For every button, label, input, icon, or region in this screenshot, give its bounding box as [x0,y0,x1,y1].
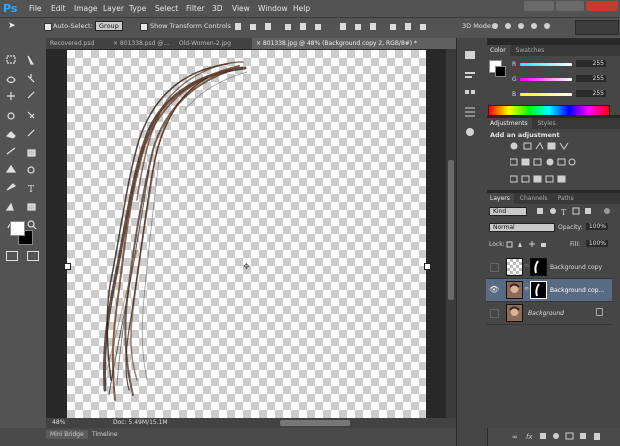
layer-filter-kind[interactable]: Kind [489,207,527,216]
layer-thumbnail [506,258,523,276]
transform-handle-left[interactable] [64,263,71,270]
layer-mask-thumbnail[interactable] [530,281,547,299]
layer-name: Background cop... [550,287,605,294]
layer-filter-icons[interactable]: T [535,207,615,216]
layer-row-background-copy-2-selected[interactable]: 👁 ∞ Background cop... [486,279,612,302]
vertical-scroll-thumb[interactable] [448,160,454,300]
menu-type[interactable]: Type [129,4,146,13]
app-logo: Ps [3,2,18,15]
channel-g-slider[interactable] [520,78,572,81]
channel-r-label: R [512,61,517,68]
color-panel-background-swatch[interactable] [495,66,506,77]
chain-link-icon[interactable]: ∞ [524,262,529,269]
auto-select-dropdown[interactable]: Group [95,21,123,31]
menu-help[interactable]: Help [293,4,310,13]
menu-view[interactable]: View [232,4,250,13]
channel-b-value[interactable]: 255 [576,90,606,97]
tab-801338-psd[interactable]: × 801338.psd @... [109,38,179,49]
lock-icons[interactable] [505,240,550,249]
menu-edit[interactable]: Edit [51,4,66,13]
close-button[interactable] [586,1,618,11]
panel-shortcut-icons[interactable] [462,48,482,138]
channel-b-slider[interactable] [520,93,572,96]
layer-mask-thumbnail[interactable] [530,258,547,276]
svg-text:T: T [28,185,34,195]
channel-b-label: B [512,91,517,98]
layer-thumbnail [506,281,523,299]
align-distribute-icons[interactable] [230,21,440,32]
transform-center-icon[interactable]: ✥ [243,262,250,271]
channel-g-value[interactable]: 255 [576,75,606,82]
tab-801338-jpg-active[interactable]: × 801338.jpg @ 48% (Background copy 2, R… [252,38,461,49]
adjustments-title: Add an adjustment [490,131,560,139]
3d-mode-icons[interactable] [490,21,560,32]
screen-mode-icon[interactable] [27,251,39,261]
blend-mode-dropdown[interactable]: Normal [489,223,555,232]
chain-link-icon[interactable]: ∞ [524,285,529,292]
transform-handle-right[interactable] [424,263,431,270]
menu-layer[interactable]: Layer [103,4,124,13]
zoom-level[interactable]: 48% [52,419,65,426]
menu-file[interactable]: File [29,4,42,13]
channel-g-label: G [512,76,517,83]
foreground-color-swatch-top[interactable] [10,221,25,236]
tab-layers[interactable]: Layers [486,193,514,204]
horizontal-scroll-thumb[interactable] [280,420,350,426]
menu-3d[interactable]: 3D [212,4,223,13]
auto-select-checkbox[interactable] [44,23,52,31]
fill-label: Fill: [570,241,581,248]
tab-paths[interactable]: Paths [553,193,577,204]
adjustment-icons[interactable] [510,141,610,187]
layer-thumbnail [506,304,523,322]
eye-icon[interactable]: 👁 [489,285,499,294]
channel-r-value[interactable]: 255 [576,60,606,67]
3d-mode-label: 3D Mode: [462,22,494,30]
lock-label: Lock: [489,241,505,248]
layer-row-background-copy[interactable]: ∞ Background copy [486,256,612,279]
color-spectrum-ramp[interactable] [488,105,610,116]
svg-text:T: T [561,208,567,216]
layer-visibility-toggle[interactable] [490,309,499,318]
document-size[interactable]: Doc: 5.49M/15.1M [113,419,168,426]
quick-mask-icon[interactable] [6,251,18,261]
tab-old-women[interactable]: Old-Women-2.jpg [175,38,256,49]
layer-name: Background [528,310,564,317]
tab-mini-bridge[interactable]: Mini Bridge [46,430,88,439]
minimize-button[interactable] [524,1,554,11]
menu-window[interactable]: Window [258,4,288,13]
status-bar [46,418,456,428]
channel-r-slider[interactable] [520,63,572,66]
tab-swatches[interactable]: Swatches [512,45,549,56]
opacity-value[interactable]: 100% [586,223,608,230]
tab-recovered[interactable]: Recovered.psd [46,38,113,49]
menu-filter[interactable]: Filter [186,4,205,13]
move-tool-icon[interactable]: ➤ [8,21,24,32]
transform-controls-checkbox[interactable] [140,23,148,31]
svg-text:fx: fx [526,433,533,441]
tab-adjustments[interactable]: Adjustments [486,118,532,129]
maximize-button[interactable] [556,1,584,11]
layer-row-background[interactable]: Background [486,302,612,325]
hair-strands-image [102,61,248,401]
layer-name: Background copy [550,264,603,271]
tab-timeline[interactable]: Timeline [88,430,122,439]
layer-visibility-toggle[interactable] [490,263,499,272]
lock-icon [596,308,603,316]
menu-select[interactable]: Select [155,4,178,13]
opacity-label: Opacity: [558,224,583,231]
layers-footer-icons[interactable]: ∞ fx [510,431,610,441]
svg-text:∞: ∞ [512,433,518,441]
workspace-switcher[interactable] [575,20,619,35]
tab-channels[interactable]: Channels [516,193,552,204]
transform-controls-label: Show Transform Controls [150,22,231,30]
tab-styles[interactable]: Styles [534,118,560,129]
tab-color[interactable]: Color [486,45,510,56]
menu-image[interactable]: Image [74,4,98,13]
auto-select-label: Auto-Select: [53,22,93,30]
fill-value[interactable]: 100% [586,240,608,247]
